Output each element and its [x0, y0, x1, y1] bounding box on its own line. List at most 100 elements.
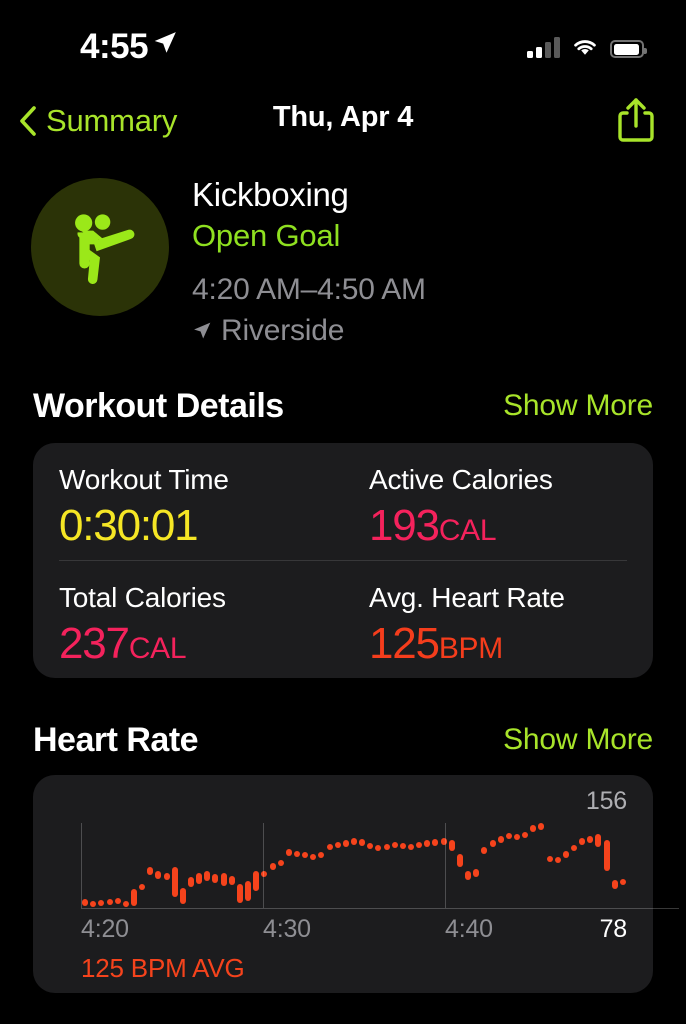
location-arrow-icon [194, 322, 211, 339]
heart-rate-bar [391, 841, 398, 849]
heart-rate-bar [130, 889, 137, 906]
heart-rate-bar [204, 870, 211, 881]
metric-label: Total Calories [59, 582, 226, 613]
heart-rate-bar [619, 878, 626, 886]
heart-rate-bar [245, 880, 252, 902]
heart-rate-bar [513, 833, 520, 841]
details-row-2: Total Calories 237CAL Avg. Heart Rate 12… [59, 560, 627, 678]
cellular-signal-icon [527, 36, 560, 58]
heart-rate-bar [562, 851, 569, 858]
details-row-1: Workout Time 0:30:01 Active Calories 193… [59, 443, 627, 560]
heart-rate-min-label: 78 [599, 915, 628, 943]
heart-rate-bar [98, 900, 105, 907]
heart-rate-bar [522, 831, 529, 839]
heart-rate-bar [171, 866, 178, 898]
heart-rate-average-label: 125 BPM AVG [81, 953, 245, 983]
workout-details-title: Workout Details [33, 386, 284, 425]
heart-rate-bar [424, 840, 431, 847]
workout-type: Kickboxing [192, 176, 349, 213]
heart-rate-bar [538, 823, 545, 830]
heart-rate-bar [310, 853, 317, 860]
heart-rate-bar [228, 876, 235, 886]
heart-rate-x-axis: 4:20 4:30 4:40 [33, 915, 653, 947]
battery-full-icon [610, 40, 647, 58]
heart-rate-card: 156 4:20 4:30 4:40 78 125 BPM AVG [33, 775, 679, 993]
heart-rate-bar [179, 888, 186, 904]
chart-gridline [263, 823, 264, 908]
workout-icon-badge [31, 178, 169, 316]
heart-rate-bar [277, 860, 284, 867]
metric-label: Avg. Heart Rate [369, 582, 565, 613]
heart-rate-bar [122, 901, 129, 908]
metric-total-calories: Total Calories 237CAL [59, 561, 317, 678]
heart-rate-bar [285, 849, 292, 856]
heart-rate-bar [212, 874, 219, 883]
heart-rate-bar [448, 840, 455, 852]
x-axis-tick: 4:30 [263, 915, 311, 943]
heart-rate-bar [399, 842, 406, 850]
heart-rate-bar [489, 840, 496, 847]
workout-header: Kickboxing Open Goal 4:20 AM–4:50 AM Riv… [0, 176, 686, 347]
heart-rate-bar [220, 873, 227, 887]
heart-rate-bar [139, 884, 146, 891]
metric-value: 125BPM [369, 618, 503, 668]
heart-rate-bar [269, 863, 276, 870]
chart-gridline [445, 823, 446, 908]
heart-rate-bar [530, 825, 537, 832]
heart-rate-bar [293, 851, 300, 858]
heart-rate-bar [106, 899, 113, 906]
share-icon[interactable] [614, 96, 658, 144]
heart-rate-title: Heart Rate [33, 720, 199, 759]
heart-rate-bar [114, 898, 121, 905]
heart-rate-bar [155, 870, 162, 879]
navigation-bar: Summary Thu, Apr 4 [0, 92, 686, 154]
workout-location: Riverside [192, 314, 426, 348]
metric-avg-heart-rate: Avg. Heart Rate 125BPM [317, 561, 627, 678]
status-bar-indicators [527, 30, 647, 58]
heart-rate-bar [481, 846, 488, 854]
workout-location-name: Riverside [221, 313, 345, 347]
heart-rate-bar [611, 879, 618, 890]
heart-rate-bar [302, 852, 309, 859]
heart-rate-bar [595, 833, 602, 847]
heart-rate-bar [359, 839, 366, 846]
heart-rate-bar [90, 901, 97, 908]
chart-gridline [81, 823, 82, 908]
heart-rate-bar [416, 841, 423, 849]
heart-rate-bar [367, 842, 374, 850]
page-title: Thu, Apr 4 [272, 101, 414, 133]
workout-info: Kickboxing Open Goal 4:20 AM–4:50 AM Riv… [192, 176, 426, 348]
heart-rate-bar [505, 832, 512, 840]
heart-rate-bar [318, 852, 325, 859]
workout-details-show-more[interactable]: Show More [503, 389, 653, 423]
chart-baseline [81, 908, 679, 909]
heart-rate-bar [383, 843, 390, 851]
heart-rate-bar [253, 870, 260, 891]
kickboxing-icon [75, 214, 135, 284]
wifi-icon [574, 40, 596, 55]
heart-rate-bar [603, 840, 610, 871]
metric-value: 193CAL [369, 500, 497, 550]
heart-rate-bar [342, 840, 349, 847]
x-axis-tick: 4:20 [81, 915, 129, 943]
heart-rate-bar [546, 855, 553, 863]
heart-rate-show-more[interactable]: Show More [503, 723, 653, 757]
heart-rate-bar [236, 884, 243, 903]
heart-rate-max-label: 156 [585, 787, 627, 815]
status-bar: 4:55 [0, 0, 686, 78]
heart-rate-bar [497, 836, 504, 843]
heart-rate-chart[interactable] [81, 823, 627, 908]
heart-rate-bar [147, 866, 154, 876]
metric-label: Workout Time [59, 464, 229, 495]
workout-details-card: Workout Time 0:30:01 Active Calories 193… [33, 443, 653, 678]
heart-rate-bar [188, 877, 194, 888]
heart-rate-header: Heart Rate Show More [0, 718, 686, 762]
heart-rate-bar [408, 843, 415, 851]
heart-rate-bar [375, 844, 382, 852]
workout-goal: Open Goal [192, 217, 341, 253]
heart-rate-bar [465, 870, 472, 880]
heart-rate-bar [334, 841, 341, 849]
metric-label: Active Calories [369, 464, 553, 495]
heart-rate-bar [579, 838, 586, 845]
x-axis-tick: 4:40 [445, 915, 493, 943]
